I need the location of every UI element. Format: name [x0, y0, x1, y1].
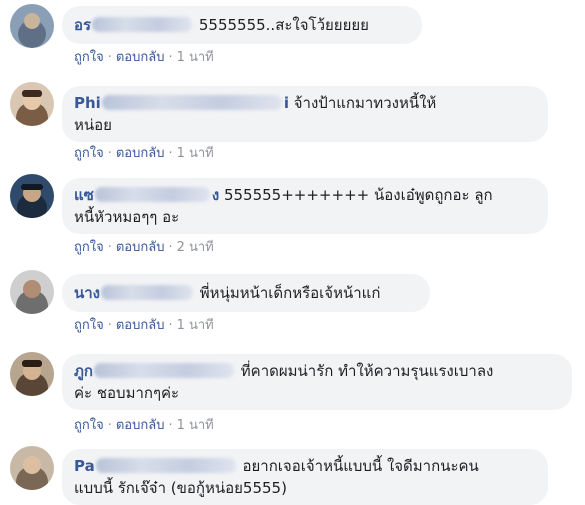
comment-bubble: อร 5555555..สะใจโว้ยยยยย	[62, 6, 422, 44]
separator-dot: ·	[107, 50, 112, 65]
like-link[interactable]: ถูกใจ	[74, 50, 104, 65]
reply-link[interactable]: ตอบกลับ	[116, 146, 165, 161]
comment-bubble: ภูก ที่คาดผมน่ารัก ทำให้ความรุนแรงเบาลง …	[62, 354, 572, 410]
avatar[interactable]	[10, 82, 54, 126]
comment-actions: ถูกใจ · ตอบกลับ · 1 นาที	[74, 418, 214, 434]
comment-text-line: 555555+++++++ น้องเอ๋พูดถูกอะ ลูก	[223, 186, 493, 204]
like-link[interactable]: ถูกใจ	[74, 146, 104, 161]
separator-dot: ·	[168, 50, 173, 65]
comment-bubble: แซง 555555+++++++ น้องเอ๋พูดถูกอะ ลูก หน…	[62, 178, 548, 234]
comment-timestamp[interactable]: 1 นาที	[177, 146, 214, 161]
separator-dot: ·	[107, 318, 112, 333]
separator-dot: ·	[107, 146, 112, 161]
comment-bubble: นาง พี่หนุ่มหน้าเด็กหรือเจ้หน้าแก่	[62, 274, 430, 312]
comment-text: พี่หนุ่มหน้าเด็กหรือเจ้หน้าแก่	[199, 284, 381, 302]
like-link[interactable]: ถูกใจ	[74, 240, 104, 255]
commenter-name[interactable]: นาง	[74, 284, 195, 302]
redacted-name-blur	[93, 363, 234, 378]
avatar[interactable]	[10, 270, 54, 314]
separator-dot: ·	[107, 240, 112, 255]
separator-dot: ·	[168, 418, 173, 433]
comment-timestamp[interactable]: 1 นาที	[177, 50, 214, 65]
avatar[interactable]	[10, 174, 54, 218]
comment-text-line: หน่อย	[74, 116, 112, 134]
comment-actions: ถูกใจ · ตอบกลับ · 1 นาที	[74, 50, 214, 66]
comment-bubble: Pa อยากเจอเจ้าหนี้แบบนี้ ใจดีมากนะคน แบบ…	[62, 449, 548, 505]
avatar[interactable]	[10, 352, 54, 396]
reply-link[interactable]: ตอบกลับ	[116, 318, 165, 333]
separator-dot: ·	[168, 318, 173, 333]
comment-text-line: จ้างป้าแกมาทวงหนี้ให้	[293, 94, 437, 112]
separator-dot: ·	[107, 418, 112, 433]
comment-timestamp[interactable]: 1 นาที	[177, 418, 214, 433]
commenter-name[interactable]: แซง	[74, 186, 219, 204]
redacted-name-blur	[101, 95, 282, 110]
commenter-name[interactable]: อร	[74, 16, 194, 34]
comment-thread: อร 5555555..สะใจโว้ยยยยย ถูกใจ · ตอบกลับ · 1…	[0, 0, 585, 505]
comment-timestamp[interactable]: 2 นาที	[177, 240, 214, 255]
comment-text: 5555555..สะใจโว้ยยยยย	[198, 16, 369, 34]
comment-text-line: ค่ะ ชอบมากๆค่ะ	[74, 384, 180, 402]
like-link[interactable]: ถูกใจ	[74, 418, 104, 433]
reply-link[interactable]: ตอบกลับ	[116, 240, 165, 255]
reply-link[interactable]: ตอบกลับ	[116, 418, 165, 433]
commenter-name[interactable]: Phi i	[74, 94, 289, 112]
redacted-name-blur	[92, 17, 193, 32]
comment-text-line: ที่คาดผมน่ารัก ทำให้ความรุนแรงเบาลง	[240, 362, 494, 380]
redacted-name-blur	[101, 285, 194, 300]
commenter-name[interactable]: ภูก	[74, 362, 236, 380]
like-link[interactable]: ถูกใจ	[74, 318, 104, 333]
comment-actions: ถูกใจ · ตอบกลับ · 1 นาที	[74, 146, 214, 162]
comment-actions: ถูกใจ · ตอบกลับ · 2 นาที	[74, 240, 214, 256]
redacted-name-blur	[95, 458, 236, 473]
separator-dot: ·	[168, 146, 173, 161]
redacted-name-blur	[94, 187, 210, 202]
avatar[interactable]	[10, 4, 54, 48]
comment-text-line: อยากเจอเจ้าหนี้แบบนี้ ใจดีมากนะคน	[242, 457, 479, 475]
comment-actions: ถูกใจ · ตอบกลับ · 1 นาที	[74, 318, 214, 334]
comment-bubble: Phi i จ้างป้าแกมาทวงหนี้ให้ หน่อย	[62, 86, 548, 142]
avatar[interactable]	[10, 446, 54, 490]
comment-text-line: หนี้หัวหมอๆๆ อะ	[74, 208, 180, 226]
comment-text-line: แบบนี้ รักเจ๊จ๋า (ขอกู้หน่อย5555)	[74, 479, 287, 497]
reply-link[interactable]: ตอบกลับ	[116, 50, 165, 65]
separator-dot: ·	[168, 240, 173, 255]
commenter-name[interactable]: Pa	[74, 457, 238, 475]
comment-timestamp[interactable]: 1 นาที	[177, 318, 214, 333]
